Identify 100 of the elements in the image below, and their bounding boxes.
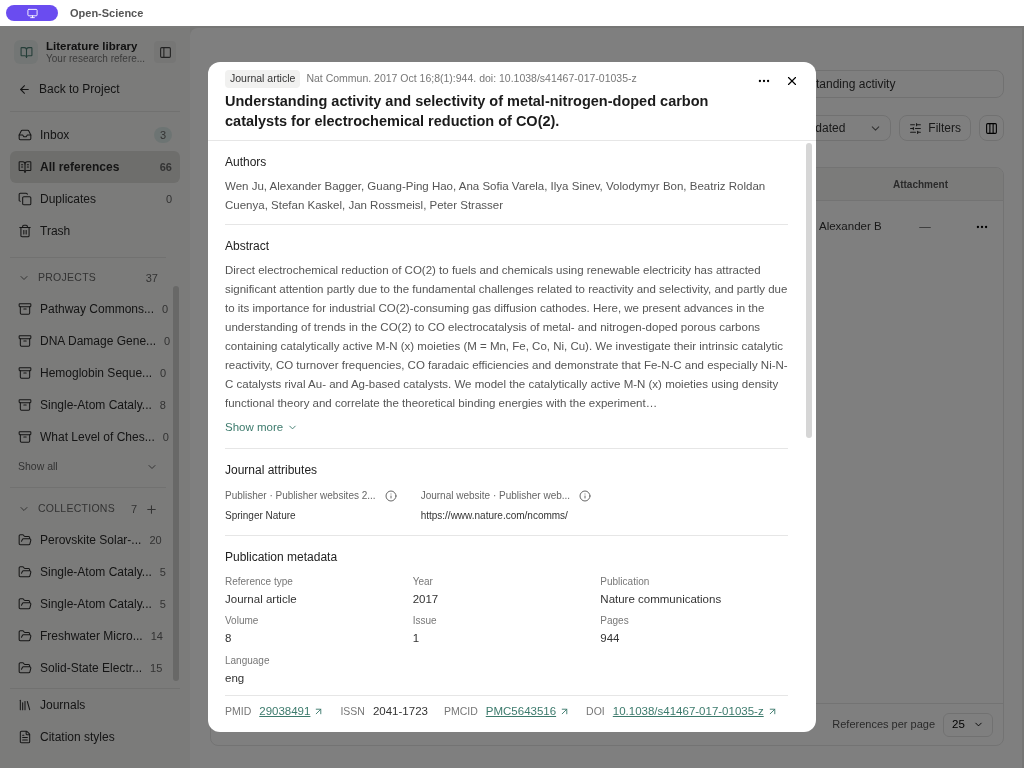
sidebar-item[interactable]: Single-Atom Cataly... 5 (10, 556, 166, 588)
field-label: Language (225, 653, 271, 668)
trash-icon (18, 224, 32, 238)
sidebar-item[interactable]: Solid-State Electr... 15 (10, 652, 166, 684)
library-subtitle: Your research refere... (46, 52, 146, 66)
sidebar-item[interactable]: Trash (10, 215, 180, 247)
library-title: Literature library (46, 38, 139, 53)
identifier-link[interactable]: PMC5643516 (485, 702, 571, 720)
table-cell-text: Alexander B (819, 219, 883, 235)
info-icon[interactable] (579, 489, 592, 502)
books-icon (18, 698, 32, 712)
field-label: Pages (600, 614, 630, 629)
authors-text: Wen Ju, Alexander Bagger, Guang-Ping Hao, Ana Sofia Varela, Ilya Sinev, Volodymyr Bon, Beatriz Roldan Cuenya, Stefan Kaskel, Jan Rossmeisl, Peter Strasser (225, 178, 767, 213)
column-header[interactable]: Attachment (878, 176, 963, 192)
per-page-label: References per page (832, 717, 935, 733)
archive-icon (18, 430, 32, 444)
type-tag: Journal article (225, 70, 301, 88)
item-count: 0 (162, 429, 169, 445)
sidebar-item[interactable]: Perovskite Solar-... 20 (10, 524, 166, 556)
field-label: Year (412, 575, 434, 589)
sidebar-item[interactable]: All references 66 (10, 151, 180, 183)
section-title: PROJECTS (38, 270, 97, 286)
sidebar-item[interactable]: Hemoglobin Seque... 0 (10, 357, 166, 389)
citation-text: Nat Commun. 2017 Oct 16;8(1):944. doi: 10.1038/s41467-017-01035-z (306, 71, 637, 86)
field-label: Reference type (225, 575, 294, 589)
filters-button[interactable]: Filters (899, 115, 971, 141)
folder-icon (18, 661, 32, 675)
sidebar-toggle-button[interactable] (154, 41, 176, 63)
field-label: Publisher · Publisher websites 2... (225, 489, 376, 503)
inbox-icon (18, 128, 32, 142)
field-label: Journal website · Publisher web... (420, 489, 571, 503)
identifier-label: PMCID (443, 703, 478, 719)
item-count: 66 (159, 159, 172, 175)
info-icon[interactable] (384, 489, 397, 502)
sidebar-item[interactable]: Single-Atom Cataly... 5 (10, 588, 166, 620)
section-count: 37 (145, 270, 158, 286)
dialog-title: Understanding activity and selectivity of metal-nitrogen-doped carbon catalysts for electrochemical reduction of CO(2). (225, 91, 710, 131)
item-count: 8 (159, 397, 166, 413)
identifier-link[interactable]: 29038491 (259, 702, 325, 720)
identifier-label: PMID (225, 703, 252, 719)
add-icon[interactable] (145, 502, 158, 516)
section-heading: Authors (225, 153, 268, 171)
identifier-value: 2041-1723 (372, 703, 428, 719)
identifier-label: DOI (586, 703, 605, 719)
app-switcher-button[interactable] (6, 5, 58, 21)
field-label: Publication (600, 575, 651, 589)
item-count: 14 (150, 628, 163, 644)
table-cell-text: — (918, 219, 932, 235)
section-heading: Abstract (225, 237, 270, 255)
section-title: COLLECTIONS (37, 501, 115, 517)
field-value: 2017 (412, 592, 440, 607)
item-count: 0 (160, 365, 167, 381)
archive-icon (18, 334, 32, 348)
item-count: 0 (164, 333, 171, 349)
item-count: 0 (162, 301, 169, 317)
item-count: 20 (149, 532, 162, 548)
identifier-link[interactable]: 10.1038/s41467-017-01035-z (612, 702, 778, 720)
close-icon[interactable] (785, 74, 799, 88)
back-link[interactable]: Back to Project (10, 74, 180, 104)
archive-icon (18, 302, 32, 316)
sliders-icon (909, 121, 923, 135)
open-book-icon (18, 160, 32, 174)
app-name: Open-Science (70, 5, 144, 21)
folder-icon (18, 565, 32, 579)
show-all-button[interactable]: Show all (10, 453, 166, 481)
section-heading: Journal attributes (225, 462, 319, 479)
field-value: https://www.nature.com/ncomms/ (420, 509, 569, 523)
archive-icon (18, 398, 32, 412)
panel-icon (158, 45, 172, 59)
scrollbar[interactable] (806, 142, 812, 438)
field-value: 944 (600, 631, 621, 647)
columns-icon (985, 121, 998, 135)
field-value: Springer Nature (225, 509, 297, 523)
field-label: Volume (225, 614, 260, 629)
folder-icon (18, 629, 32, 643)
library-logo (14, 40, 38, 64)
identifier-label: ISSN (340, 703, 365, 719)
section-heading: Publication metadata (225, 549, 339, 566)
item-count: 5 (159, 596, 166, 612)
sidebar-item[interactable]: Citation styles (10, 721, 180, 753)
item-count: 15 (150, 660, 163, 676)
monitor-icon (26, 7, 38, 19)
sidebar-item[interactable]: Inbox 3 (10, 119, 180, 151)
item-count: 0 (165, 191, 172, 207)
per-page-select[interactable]: 25 (943, 712, 993, 737)
section-count: 7 (130, 501, 138, 517)
columns-button[interactable] (979, 115, 1004, 141)
field-value: 8 (225, 631, 233, 647)
field-value: eng (225, 670, 246, 686)
sidebar-item[interactable]: Single-Atom Cataly... 8 (10, 389, 166, 421)
folder-icon (18, 533, 32, 547)
abstract-text: Direct electrochemical reduction of CO(2) to fuels and chemicals using renewable electricity has attracted significant attention partly due to the fundamental challenges related to reactivity and selectivity, and partly due to its importance for industrial CO(2)-consuming gas diffusion cathodes. Here, we present advances in the understanding of trends in the CO(2) to CO electrocatalysis of metal- and nitrogen-doped porous carbons containing catalytically active M-N (x) moieties (M = Mn, Fe, Co, Ni, Cu). We investigate their intrinsic catalytic reactivity, CO turnover frequencies, CO faradaic efficiencies and demonstrate that Fe-N-C and especially Ni-N-C catalysts rival Au- and Ag-based catalysts. We model the catalytically active M-N (x) moieties using density functional theory and correlate the theoretical binding energies with the experiment… (225, 262, 788, 411)
sidebar-item[interactable]: Freshwater Micro... 14 (10, 620, 166, 652)
archive-icon (18, 366, 32, 380)
show-more-link[interactable]: Show more (225, 418, 299, 436)
field-value: Nature communications (600, 592, 723, 607)
sidebar-item[interactable]: Duplicates 0 (10, 183, 180, 215)
arrow-left-icon (18, 82, 31, 96)
sidebar-item[interactable]: Journals (10, 689, 180, 721)
sidebar-item[interactable]: Pathway Commons... 0 (10, 293, 166, 325)
